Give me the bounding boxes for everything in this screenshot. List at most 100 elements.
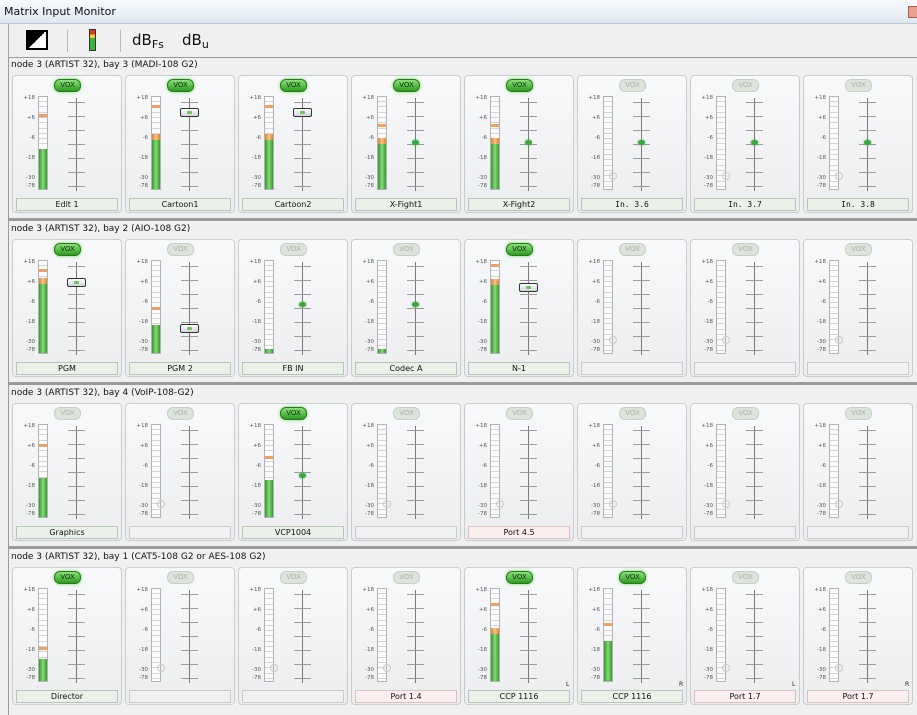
scale-label: -30 — [478, 175, 487, 181]
channel-strip[interactable]: VOX +18 +6 -6 -18 -30 -78 VCP1004 — [238, 403, 348, 541]
fader-handle[interactable] — [67, 277, 86, 287]
fader-tick — [294, 102, 311, 103]
dbfs-sub: Fs — [151, 38, 164, 51]
fader-tick — [294, 444, 311, 445]
scale-label: -18 — [591, 483, 600, 489]
meter-tick — [830, 286, 838, 288]
vox-indicator: VOX — [54, 571, 81, 584]
channel-strip[interactable]: VOX +18 +6 -6 -18 -30 -78 CCP 1116 R — [577, 567, 687, 705]
fader-tick — [633, 594, 650, 595]
channel-strip[interactable]: VOX +18 +6 -6 -18 -30 -78 X-Fight1 — [351, 75, 461, 213]
fader-tick — [633, 266, 650, 267]
fader-tick — [68, 336, 85, 337]
fader-tick — [633, 322, 650, 323]
scale-label: -78 — [139, 183, 148, 189]
fader-tick — [859, 608, 876, 609]
meter-tick — [265, 323, 273, 325]
channel-strip[interactable]: VOX +18 +6 -6 -18 -30 -78 Cartoon2 — [238, 75, 348, 213]
fader-tick — [633, 444, 650, 445]
stereo-side-label: L — [792, 681, 796, 688]
fader-handle[interactable] — [519, 283, 538, 293]
channel-strip[interactable]: VOX +18 +6 -6 -18 -30 -78 In. 3.6 — [577, 75, 687, 213]
contrast-toggle-icon[interactable] — [26, 30, 48, 50]
fader-handle[interactable] — [180, 107, 199, 117]
fader-handle[interactable] — [293, 107, 312, 117]
fader-tick — [520, 266, 537, 267]
channel-name-label: FB IN — [242, 362, 344, 375]
meter-tick — [378, 296, 386, 298]
meter-warning-zone — [491, 627, 499, 634]
level-meter-icon[interactable] — [89, 29, 96, 51]
channel-strip[interactable]: VOX +18 +6 -6 -18 -30 -78 — [125, 403, 235, 541]
channel-strip[interactable]: VOX +18 +6 -6 -18 -30 -78 — [803, 403, 913, 541]
channel-strip[interactable]: VOX +18 +6 -6 -18 -30 -78 N-1 — [464, 239, 574, 377]
scale-label: -30 — [365, 667, 374, 673]
close-icon[interactable] — [908, 6, 917, 18]
scale-label: -6 — [368, 627, 374, 633]
meter-tick — [604, 492, 612, 494]
meter-tick — [604, 497, 612, 499]
signal-absent-icon — [270, 664, 278, 672]
channel-strip[interactable]: VOX +18 +6 -6 -18 -30 -78 — [238, 567, 348, 705]
channel-strip[interactable]: VOX +18 +6 -6 -18 -30 -78 Port 1.7 L — [690, 567, 800, 705]
channel-strip[interactable]: VOX +18 +6 -6 -18 -30 -78 — [577, 239, 687, 377]
dbu-unit-button[interactable]: dBu — [182, 31, 209, 51]
fader-position-dot[interactable] — [299, 302, 306, 308]
scale-label: +18 — [475, 259, 487, 265]
fader-tick — [746, 500, 763, 501]
channel-strip[interactable]: VOX +18 +6 -6 -18 -30 -78 Port 1.4 — [351, 567, 461, 705]
fader-tick — [746, 308, 763, 309]
meter-tick — [830, 603, 838, 605]
group-separator — [9, 218, 917, 221]
fader-tick — [859, 678, 876, 679]
channel-strip[interactable]: VOX +18 +6 -6 -18 -30 -78 FB IN — [238, 239, 348, 377]
channel-strip[interactable]: VOX +18 +6 -6 -18 -30 -78 In. 3.7 — [690, 75, 800, 213]
channel-strip[interactable]: VOX +18 +6 -6 -18 -30 -78 — [803, 239, 913, 377]
channel-group: node 3 (ARTIST 32), bay 1 (CAT5-108 G2 o… — [9, 550, 917, 710]
signal-absent-icon — [609, 500, 617, 508]
meter-tick — [604, 508, 612, 510]
channel-strip[interactable]: VOX +18 +6 -6 -18 -30 -78 Edit 1 — [12, 75, 122, 213]
signal-absent-icon — [496, 500, 504, 508]
fader-handle[interactable] — [180, 323, 199, 333]
fader-position-dot[interactable] — [299, 472, 306, 478]
fader-tick — [520, 116, 537, 117]
channel-strip[interactable]: VOX +18 +6 -6 -18 -30 -78 PGM 2 — [125, 239, 235, 377]
dbfs-unit-button[interactable]: dBFs — [132, 31, 164, 51]
channel-group: node 3 (ARTIST 32), bay 3 (MADI-108 G2) V… — [9, 58, 917, 218]
channel-strip[interactable]: VOX +18 +6 -6 -18 -30 -78 Graphics — [12, 403, 122, 541]
meter-tick — [152, 598, 160, 600]
meter-tick — [491, 132, 499, 134]
scale-label: -18 — [139, 155, 148, 161]
meter-tick — [152, 487, 160, 489]
channel-strip[interactable]: VOX +18 +6 -6 -18 -30 -78 — [690, 403, 800, 541]
meter-tick — [378, 508, 386, 510]
channel-strip[interactable]: VOX +18 +6 -6 -18 -30 -78 Port 4.5 — [464, 403, 574, 541]
channel-strip[interactable]: VOX +18 +6 -6 -18 -30 -78 — [577, 403, 687, 541]
fader-tick — [294, 514, 311, 515]
channel-name-label — [694, 362, 796, 375]
meter-tick — [152, 265, 160, 266]
channel-strip[interactable]: VOX +18 +6 -6 -18 -30 -78 — [125, 567, 235, 705]
signal-absent-icon — [835, 172, 843, 180]
channel-strip[interactable]: VOX +18 +6 -6 -18 -30 -78 — [690, 239, 800, 377]
meter-tick — [265, 624, 273, 626]
channel-strip[interactable]: VOX +18 +6 -6 -18 -30 -78 Director — [12, 567, 122, 705]
channel-strip[interactable]: VOX +18 +6 -6 -18 -30 -78 Port 1.7 R — [803, 567, 913, 705]
channel-strip[interactable]: VOX +18 +6 -6 -18 -30 -78 Cartoon1 — [125, 75, 235, 213]
channel-strip[interactable]: VOX +18 +6 -6 -18 -30 -78 Codec A — [351, 239, 461, 377]
channel-strip[interactable]: VOX +18 +6 -6 -18 -30 -78 — [351, 403, 461, 541]
meter-warning-zone — [491, 279, 499, 286]
scale-label: -30 — [365, 339, 374, 345]
fader-tick — [746, 130, 763, 131]
scale-label: -78 — [139, 675, 148, 681]
channel-strip[interactable]: VOX +18 +6 -6 -18 -30 -78 PGM — [12, 239, 122, 377]
channel-strip[interactable]: VOX +18 +6 -6 -18 -30 -78 CCP 1116 L — [464, 567, 574, 705]
fader-tick — [633, 458, 650, 459]
channel-strip[interactable]: VOX +18 +6 -6 -18 -30 -78 X-Fight2 — [464, 75, 574, 213]
fader-position-dot[interactable] — [412, 302, 419, 308]
scale-label: -78 — [704, 183, 713, 189]
scale-label: +6 — [26, 279, 35, 285]
meter-tick — [830, 270, 838, 272]
channel-strip[interactable]: VOX +18 +6 -6 -18 -30 -78 In. 3.8 — [803, 75, 913, 213]
